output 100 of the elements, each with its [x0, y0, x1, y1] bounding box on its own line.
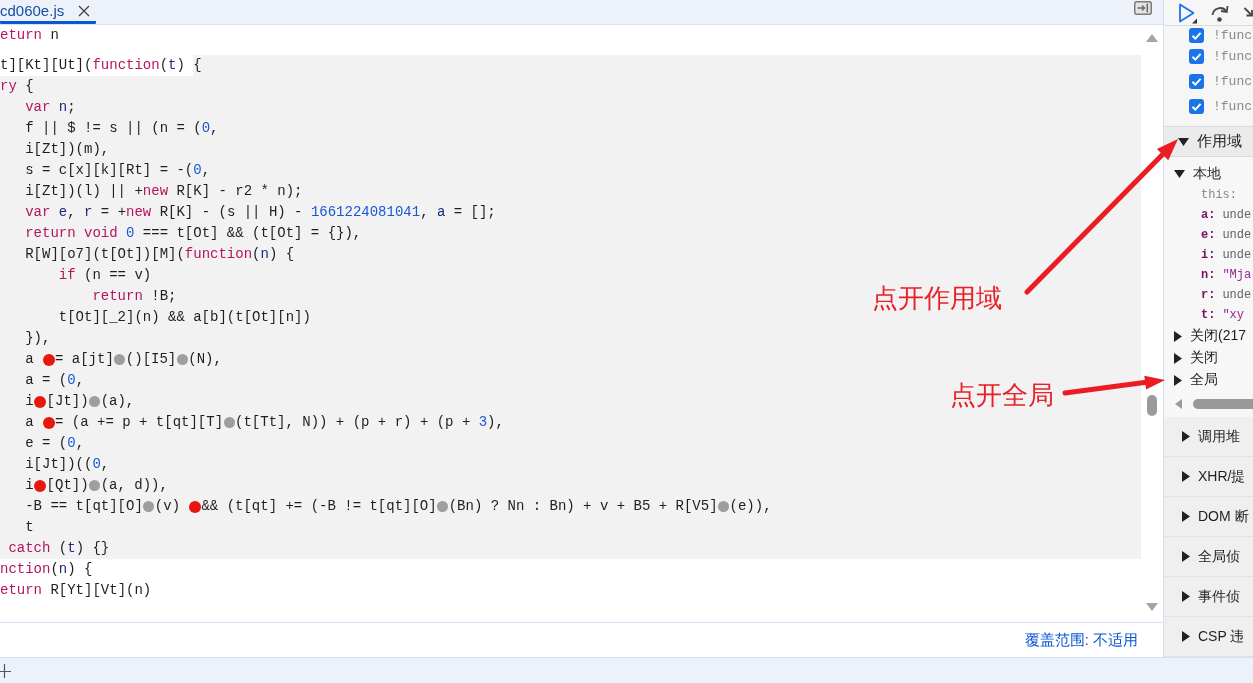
code-text: { — [193, 57, 202, 74]
breakpoint-marker-icon[interactable] — [437, 501, 449, 512]
breakpoint-marker-icon[interactable] — [34, 395, 47, 408]
close-icon[interactable] — [78, 4, 91, 17]
scope-tree-item[interactable]: 关闭 — [1164, 347, 1253, 369]
scope-variable: e: unde — [1200, 227, 1253, 244]
code-text: R[W][o7](t[Ot])[M](function(n) { — [25, 246, 295, 263]
code-text: [Jt]) — [46, 393, 89, 410]
code-text: (Bn) ? Nn : Bn) + v + B5 + R[V5] — [448, 498, 718, 515]
breakpoint-label: !func — [1213, 49, 1252, 64]
code-text: && (t[qt] += (-B != t[qt][O] — [201, 498, 437, 515]
code-text: return void 0 === t[Ot] && (t[Ot] = {}), — [25, 225, 362, 242]
scope-variable: this: — [1200, 187, 1238, 204]
triangle-right-icon[interactable] — [1174, 374, 1182, 386]
code-text: i[Jt])((0, — [25, 456, 110, 473]
scope-tree-item[interactable]: 全局 — [1164, 369, 1253, 391]
triangle-right-icon[interactable] — [1182, 551, 1190, 562]
annotation-text: 点开作用域 — [872, 283, 1002, 313]
section-header[interactable]: CSP 违 — [1164, 617, 1253, 657]
triangle-right-icon[interactable] — [1182, 511, 1190, 522]
code-text: t — [25, 519, 34, 536]
code-text: var e, r = +new R[K] - (s || H) - 1661224081041, a = []; — [25, 204, 496, 221]
breakpoint-marker-icon[interactable] — [42, 416, 55, 429]
breakpoint-marker-icon[interactable] — [89, 396, 101, 407]
breakpoint-marker-icon[interactable] — [718, 501, 730, 512]
code-text: catch (t) {} — [8, 540, 110, 557]
code-text: (a), — [100, 393, 135, 410]
scope-tree-item[interactable]: 本地 — [1164, 163, 1253, 185]
code-text: = (a += p + t[qt][T] — [55, 414, 224, 431]
file-tab[interactable]: cd060e.js — [0, 0, 97, 24]
triangle-down-icon[interactable] — [1174, 170, 1185, 178]
code-text: a — [25, 351, 35, 368]
code-text: t[Ot][_2](n) && a[b](t[Ot][n]) — [58, 309, 311, 326]
checkbox[interactable] — [1189, 74, 1204, 89]
code-text: i — [25, 477, 34, 494]
scrollbar-thumb[interactable] — [1147, 395, 1157, 416]
breakpoint-marker-icon[interactable] — [114, 354, 126, 365]
breakpoint-label: !func — [1213, 74, 1252, 89]
triangle-down-icon[interactable] — [1178, 137, 1189, 146]
breakpoint-label: !func — [1213, 27, 1252, 43]
breakpoint-label: !func — [1213, 99, 1252, 114]
play-icon[interactable] — [1177, 1, 1197, 24]
code-text: eturn R[Yt][Vt](n) — [0, 582, 152, 599]
scope-variable: t: "xy — [1200, 307, 1245, 324]
section-header[interactable]: 调用堆 — [1164, 417, 1253, 457]
annotation-text: 点开全局 — [950, 380, 1054, 410]
triangle-right-icon[interactable] — [1174, 330, 1182, 342]
code-text: -B == t[qt][O] — [25, 498, 143, 515]
code-text: i[Zt])(m), — [25, 141, 110, 158]
breakpoint-marker-icon[interactable] — [89, 480, 101, 491]
code-text: (v) — [154, 498, 182, 515]
scrollbar-thumb[interactable] — [1193, 399, 1253, 409]
scope-tree-item[interactable]: 关闭(217 — [1164, 325, 1253, 347]
code-text: i — [25, 393, 34, 410]
code-text: [Qt]) — [46, 477, 89, 494]
code-text: }), — [25, 330, 51, 347]
section-header[interactable]: 作用域 — [1164, 126, 1253, 157]
section-header[interactable]: DOM 断 — [1164, 497, 1253, 537]
code-text: s = c[x][k][Rt] = -(0, — [25, 162, 211, 179]
code-text: eturn n — [0, 27, 59, 44]
arrow-box-icon[interactable] — [1134, 1, 1152, 15]
breakpoint-marker-icon[interactable] — [223, 417, 235, 428]
section-header[interactable]: 全局侦 — [1164, 537, 1253, 577]
breakpoint-marker-icon[interactable] — [42, 353, 55, 366]
breakpoint-marker-icon[interactable] — [188, 500, 201, 513]
triangle-right-icon[interactable] — [1182, 591, 1190, 602]
triangle-right-icon[interactable] — [1174, 352, 1182, 364]
code-text: a = (0, — [25, 372, 85, 389]
checkbox[interactable] — [1189, 99, 1204, 114]
code-text: nction(n) { — [0, 561, 93, 578]
breakpoint-marker-icon[interactable] — [143, 501, 155, 512]
code-text: (N), — [188, 351, 222, 368]
scope-variable: n: "Mja — [1200, 267, 1253, 284]
scope-variable: i: unde — [1200, 247, 1253, 264]
code-text: ()[I5] — [125, 351, 177, 368]
triangle-right-icon[interactable] — [1182, 471, 1190, 482]
code-text: = a[jt] — [55, 351, 114, 368]
breakpoint-marker-icon[interactable] — [176, 354, 188, 365]
section-header[interactable]: 事件侦 — [1164, 577, 1253, 617]
breakpoint-marker-icon[interactable] — [34, 479, 47, 492]
code-text: t][Kt][Ut](function(t) — [0, 57, 186, 74]
scroll-up-icon[interactable] — [1146, 34, 1158, 42]
scroll-left-icon[interactable] — [1175, 399, 1182, 409]
section-header[interactable]: XHR/提 — [1164, 457, 1253, 497]
code-text: f || $ != s || (n = (0, — [25, 120, 219, 137]
code-text: ry { — [0, 78, 34, 95]
scope-variable: a: unde — [1200, 207, 1253, 224]
plus-icon[interactable] — [0, 663, 11, 678]
checkbox[interactable] — [1189, 27, 1204, 43]
triangle-right-icon[interactable] — [1182, 431, 1190, 442]
code-text: var n; — [25, 99, 76, 116]
code-text: (a, d)), — [100, 477, 168, 494]
code-text: return !B; — [92, 288, 177, 305]
triangle-right-icon[interactable] — [1182, 631, 1190, 642]
checkbox[interactable] — [1189, 49, 1204, 64]
code-text: e = (0, — [25, 435, 85, 452]
code-text: a — [25, 414, 35, 431]
scroll-down-icon[interactable] — [1146, 603, 1158, 611]
scope-variable: r: unde — [1200, 287, 1253, 304]
coverage-link[interactable]: 覆盖范围: 不适用 — [1024, 630, 1138, 650]
